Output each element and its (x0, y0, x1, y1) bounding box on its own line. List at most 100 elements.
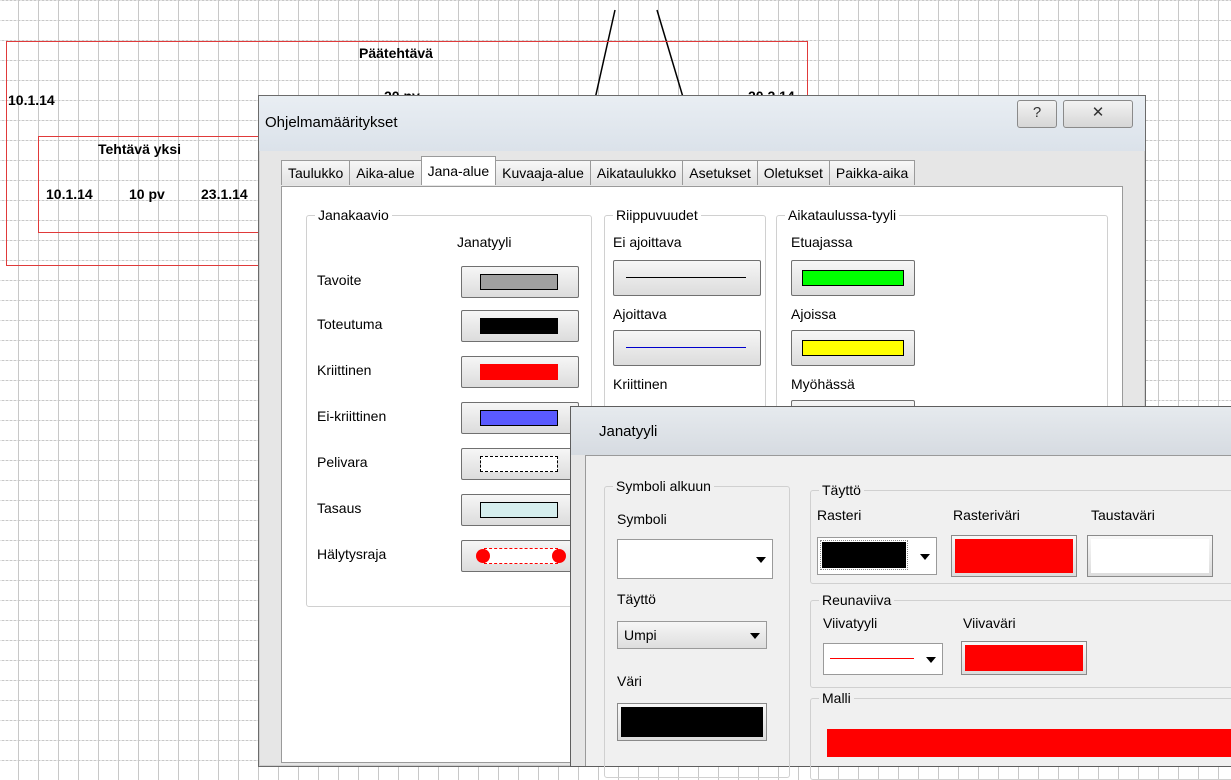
reunaviiva-group: Reunaviiva Viivatyyli Viivaväri (810, 592, 1231, 688)
symboli-alkuun-group: Symboli alkuun Symboli Täyttö Umpi Väri (604, 478, 790, 778)
taustavari-label: Taustaväri (1091, 507, 1155, 523)
viivatyyli-line (830, 658, 914, 659)
row-label-tasaus: Tasaus (317, 500, 362, 516)
viivavari-label: Viivaväri (963, 615, 1016, 631)
help-icon[interactable]: ? (1017, 100, 1057, 128)
viivavari-button[interactable] (961, 641, 1087, 675)
tab-oletukset[interactable]: Oletukset (756, 160, 830, 185)
close-icon[interactable]: ✕ (1063, 100, 1133, 128)
row-label-kriittinen: Kriittinen (317, 362, 372, 378)
janakaavio-group-label: Janakaavio (315, 207, 392, 223)
sched-label-etuajassa: Etuajassa (791, 234, 853, 250)
dep-button-ajoittava[interactable] (613, 330, 761, 366)
style-button-halytysraja[interactable] (461, 540, 579, 572)
symboli-label: Symboli (617, 511, 667, 527)
settings-dialog-titlebar: Ohjelmamääritykset ? ✕ (259, 96, 1145, 151)
rasteri-swatch (820, 540, 908, 570)
janatyyli-dialog: Janatyyli Symboli alkuun Symboli Täyttö … (570, 406, 1231, 780)
rasterivari-label: Rasteriväri (953, 507, 1020, 523)
settings-tabs: Taulukko Aika-alue Jana-alue Kuvaaja-alu… (281, 156, 916, 186)
sub-task-duration: 10 pv (129, 186, 165, 202)
swatch-pelivara (480, 456, 558, 472)
sched-button-ajoissa[interactable] (791, 330, 915, 366)
janatyyli-column-header: Janatyyli (457, 234, 512, 250)
settings-dialog-title: Ohjelmamääritykset (265, 114, 398, 131)
sub-task-end: 23.1.14 (201, 186, 248, 202)
style-button-kriittinen[interactable] (461, 356, 579, 388)
swatch-etuajassa (802, 270, 904, 286)
swatch-ei-kriittinen (480, 410, 558, 426)
row-label-tavoite: Tavoite (317, 272, 362, 288)
alarm-dot-left (476, 549, 490, 563)
janatyyli-dialog-title: Janatyyli (599, 423, 658, 440)
swatch-tasaus (480, 502, 558, 518)
style-button-tasaus[interactable] (461, 494, 579, 526)
viivatyyli-label: Viivatyyli (823, 615, 878, 631)
malli-preview (827, 729, 1231, 757)
tab-jana-alue[interactable]: Jana-alue (420, 156, 497, 185)
fill-label: Täyttö (617, 591, 656, 607)
chevron-down-icon (926, 657, 936, 663)
swatch-kriittinen (480, 364, 558, 380)
janakaavio-group: Janakaavio Janatyyli Tavoite Toteutuma K… (306, 207, 592, 607)
main-task-title: Päätehtävä (359, 45, 433, 61)
sched-label-ajoissa: Ajoissa (791, 306, 837, 322)
style-button-tavoite[interactable] (461, 266, 579, 298)
row-label-toteutuma: Toteutuma (317, 316, 383, 332)
janatyyli-dialog-body: Symboli alkuun Symboli Täyttö Umpi Väri … (585, 455, 1231, 780)
tab-aikataulukko[interactable]: Aikataulukko (589, 160, 684, 185)
malli-group-label: Malli (819, 690, 854, 706)
tab-taulukko[interactable]: Taulukko (281, 160, 351, 185)
taytto-group-label: Täyttö (819, 482, 864, 498)
sub-task-start: 10.1.14 (46, 186, 93, 202)
viivatyyli-dropdown[interactable] (823, 643, 943, 675)
row-label-halytysraja: Hälytysraja (317, 546, 387, 562)
dep-button-ei-ajoittava[interactable] (613, 260, 761, 296)
taustavari-button[interactable] (1087, 535, 1213, 577)
tab-kuvaaja-alue[interactable]: Kuvaaja-alue (495, 160, 591, 185)
viivavari-swatch (965, 645, 1083, 671)
chevron-down-icon (756, 557, 766, 563)
dep-label-ajoittava: Ajoittava (613, 306, 667, 322)
swatch-ajoissa (802, 340, 904, 356)
swatch-halytysraja (484, 548, 558, 564)
sched-label-myohassa: Myöhässä (791, 376, 855, 392)
line-ei-ajoittava (626, 277, 746, 278)
fill-dropdown[interactable]: Umpi (617, 621, 767, 649)
rasterivari-swatch (955, 539, 1073, 573)
dep-label-kriittinen: Kriittinen (613, 376, 668, 392)
taustavari-swatch (1091, 539, 1209, 573)
style-button-ei-kriittinen[interactable] (461, 402, 579, 434)
fill-value: Umpi (624, 627, 657, 643)
rasteri-dropdown[interactable] (817, 537, 937, 575)
tab-asetukset[interactable]: Asetukset (682, 160, 758, 185)
chevron-down-icon (920, 554, 930, 560)
style-button-pelivara[interactable] (461, 448, 579, 480)
style-button-toteutuma[interactable] (461, 310, 579, 342)
vari-color-button[interactable] (617, 703, 767, 741)
riippuvuudet-group-label: Riippuvuudet (613, 207, 701, 223)
sub-task-title: Tehtävä yksi (98, 141, 182, 157)
vari-label: Väri (617, 673, 642, 689)
swatch-tavoite (480, 274, 558, 290)
rasteri-label: Rasteri (817, 507, 862, 523)
vari-swatch (621, 707, 763, 737)
taytto-group: Täyttö Rasteri Rasteriväri Taustaväri (810, 482, 1231, 584)
reunaviiva-group-label: Reunaviiva (819, 592, 895, 608)
malli-group: Malli (810, 690, 1231, 780)
row-label-pelivara: Pelivara (317, 454, 368, 470)
janatyyli-dialog-titlebar: Janatyyli (571, 407, 1231, 455)
alarm-dot-right (552, 549, 566, 563)
aikataulussa-group-label: Aikataulussa-tyyli (785, 207, 900, 223)
line-ajoittava (626, 347, 746, 348)
chevron-down-icon (750, 633, 760, 639)
tab-aika-alue[interactable]: Aika-alue (349, 160, 422, 185)
symboli-alkuun-label: Symboli alkuun (613, 478, 714, 494)
rasterivari-button[interactable] (951, 535, 1077, 577)
dep-label-ei-ajoittava: Ei ajoittava (613, 234, 682, 250)
swatch-toteutuma (480, 318, 558, 334)
tab-paikka-aika[interactable]: Paikka-aika (828, 160, 916, 185)
sched-button-etuajassa[interactable] (791, 260, 915, 296)
row-label-ei-kriittinen: Ei-kriittinen (317, 408, 387, 424)
symboli-dropdown[interactable] (617, 539, 773, 579)
